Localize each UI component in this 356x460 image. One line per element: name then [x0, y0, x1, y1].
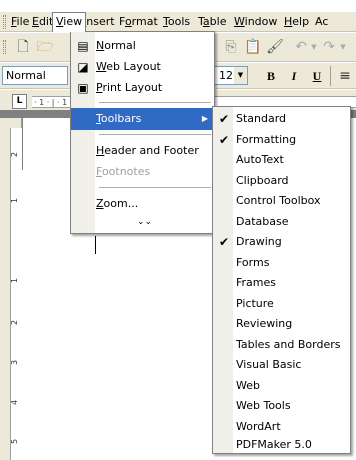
menu-format-rest: rmat: [131, 15, 158, 28]
style-value: Normal: [6, 69, 46, 82]
vruler-mark: 5: [10, 438, 20, 445]
toolbar-item-pdfmaker[interactable]: PDFMaker 5.0: [213, 437, 350, 453]
toolbar-item-forms[interactable]: Forms: [213, 253, 350, 274]
toolbar-item-picture[interactable]: Picture: [213, 294, 350, 315]
vruler-mark: 4: [10, 399, 20, 406]
tab-selector[interactable]: L: [12, 94, 27, 109]
toolbars-submenu: ✔ Standard ✔ Formatting AutoText Clipboard…: [212, 106, 351, 454]
view-menu-header-footer-label: Header and Footer: [96, 144, 199, 157]
font-size-value: 12: [219, 69, 233, 82]
toolbar-item-wordart[interactable]: WordArt: [213, 417, 350, 438]
menu-tools[interactable]: Tools: [160, 12, 193, 31]
format-painter-icon[interactable]: 🖌: [266, 38, 284, 56]
menu-separator: [99, 102, 211, 103]
toolbar-item-web[interactable]: Web: [213, 376, 350, 397]
view-menu-normal-label: Normal: [96, 39, 136, 52]
menu-table[interactable]: Table: [195, 12, 229, 31]
view-menu-footnotes-label: Footnotes: [96, 165, 151, 178]
view-menu-web-layout-label: Web Layout: [96, 60, 161, 73]
menu-help-rest: elp: [292, 15, 310, 28]
view-menu-toolbars[interactable]: Toolbars ▶: [71, 108, 214, 130]
menu-tools-rest: ools: [167, 15, 191, 28]
view-menu-normal[interactable]: ▤ Normal: [71, 35, 214, 57]
menu-insert-rest: nsert: [86, 15, 115, 28]
menu-bar-grip[interactable]: [3, 15, 6, 29]
web-layout-icon: ◪: [77, 60, 89, 74]
bold-button[interactable]: B: [262, 67, 280, 85]
view-menu: ▤ Normal ◪ Web Layout ▣ Print Layout Too…: [70, 31, 215, 234]
view-menu-footnotes: Footnotes: [71, 161, 214, 183]
toolbar-item-autotext[interactable]: AutoText: [213, 150, 350, 171]
menu-help[interactable]: Help: [281, 12, 312, 31]
copy-icon[interactable]: ⎘: [222, 38, 240, 56]
text-cursor: [95, 236, 96, 254]
menu-format[interactable]: Format: [116, 12, 161, 31]
menu-file-rest: ile: [16, 15, 30, 28]
view-menu-print-layout[interactable]: ▣ Print Layout: [71, 77, 214, 99]
toolbar-item-control-toolbox[interactable]: Control Toolbox: [213, 191, 350, 212]
toolbar-item-standard[interactable]: ✔ Standard: [213, 109, 350, 130]
menu-separator: [99, 134, 211, 135]
check-icon: ✔: [218, 132, 230, 147]
chevron-down-icon: ▼: [234, 67, 247, 84]
italic-button[interactable]: I: [285, 67, 303, 85]
check-icon: ✔: [218, 235, 230, 249]
menu-table-rest: ble: [209, 15, 227, 28]
print-layout-icon: ▣: [77, 81, 89, 95]
view-menu-web-layout[interactable]: ◪ Web Layout: [71, 56, 214, 78]
align-left-icon[interactable]: ≡: [336, 67, 354, 85]
view-menu-expand[interactable]: ⌄⌄: [71, 213, 214, 231]
toolbar-item-clipboard[interactable]: Clipboard: [213, 171, 350, 192]
menu-separator: [99, 187, 211, 188]
open-folder-icon[interactable]: 🗁: [36, 38, 54, 56]
toolbar-item-frames[interactable]: Frames: [213, 273, 350, 294]
redo-dropdown-icon[interactable]: ▼: [334, 38, 352, 56]
toolbar-separator: [330, 66, 331, 86]
standard-toolbar-grip[interactable]: [3, 40, 6, 54]
vruler-mark: 2: [10, 319, 20, 326]
vruler-mark: 1: [10, 197, 20, 204]
vruler-mark: 3: [10, 359, 20, 366]
underline-button[interactable]: U: [308, 67, 326, 85]
toolbar-item-tables-borders[interactable]: Tables and Borders: [213, 335, 350, 356]
menu-view-rest: iew: [63, 15, 83, 28]
menu-view[interactable]: View: [52, 12, 87, 32]
normal-view-icon: ▤: [77, 39, 89, 53]
new-document-icon[interactable]: 🗋: [14, 38, 32, 56]
check-icon: ✔: [218, 112, 230, 126]
view-menu-zoom[interactable]: Zoom...: [71, 193, 214, 215]
vruler-mark: 1: [10, 277, 20, 284]
style-dropdown[interactable]: Normal: [2, 66, 68, 85]
menu-window-rest: indow: [244, 15, 278, 28]
menu-bar: File Edit View Insert Format Tools Table…: [0, 12, 356, 32]
view-menu-header-footer[interactable]: Header and Footer: [71, 140, 214, 162]
view-menu-zoom-label: Zoom...: [96, 197, 139, 210]
toolbar-item-visual-basic[interactable]: Visual Basic: [213, 355, 350, 376]
view-menu-print-layout-label: Print Layout: [96, 81, 163, 94]
toolbar-item-drawing[interactable]: ✔ Drawing: [213, 232, 350, 253]
toolbar-item-reviewing[interactable]: Reviewing: [213, 314, 350, 335]
paste-icon[interactable]: 📋: [244, 38, 262, 56]
toolbar-item-formatting[interactable]: ✔ Formatting: [213, 130, 350, 151]
expand-chevron-icon: ⌄⌄: [137, 217, 153, 227]
vertical-ruler-strip: [10, 128, 22, 460]
submenu-arrow-icon: ▶: [201, 114, 208, 123]
view-menu-toolbars-label: Toolbars: [96, 112, 142, 125]
toolbar-item-web-tools[interactable]: Web Tools: [213, 396, 350, 417]
font-size-dropdown[interactable]: 12 ▼: [212, 66, 248, 85]
vruler-mark: 2: [10, 151, 20, 158]
toolbar-item-database[interactable]: Database: [213, 212, 350, 233]
menu-window[interactable]: Window: [231, 12, 280, 31]
menu-acrobat[interactable]: Ac: [312, 12, 331, 31]
